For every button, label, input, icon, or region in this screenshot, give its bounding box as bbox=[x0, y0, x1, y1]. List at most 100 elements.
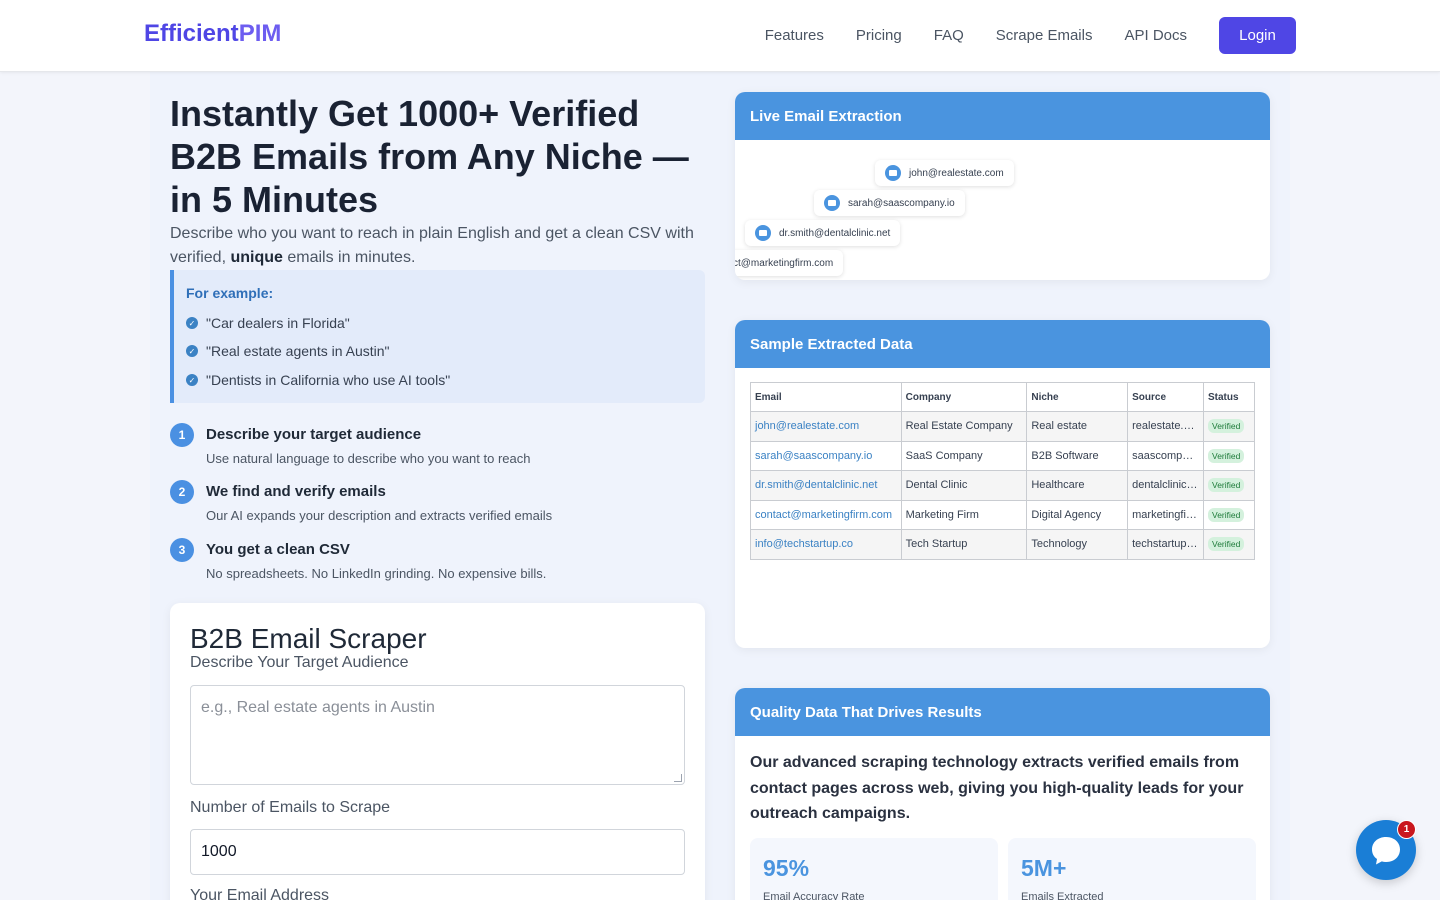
check-icon: ✓ bbox=[186, 345, 198, 357]
email-chip: dr.smith@dentalclinic.net bbox=[745, 220, 901, 246]
email-cell[interactable]: info@techstartup.co bbox=[750, 529, 902, 560]
nav-link-pricing[interactable]: Pricing bbox=[856, 17, 902, 54]
resize-handle[interactable] bbox=[674, 774, 682, 782]
verified-badge: Verified bbox=[1208, 419, 1245, 434]
column-header: Source bbox=[1127, 382, 1204, 412]
niche-cell: Healthcare bbox=[1026, 470, 1129, 501]
verified-badge: Verified bbox=[1208, 478, 1245, 493]
status-cell: Verified bbox=[1203, 529, 1255, 560]
step-title: We find and verify emails bbox=[206, 483, 386, 500]
card-header: Sample Extracted Data bbox=[735, 320, 1270, 368]
notification-badge: 1 bbox=[1397, 820, 1416, 839]
example-item: ✓ "Real estate agents in Austin" bbox=[186, 343, 390, 359]
table-row: contact@marketingfirm.com Marketing Firm… bbox=[750, 499, 1255, 530]
source-cell: dentalclinic.net bbox=[1127, 470, 1204, 501]
email-cell[interactable]: contact@marketingfirm.com bbox=[750, 499, 902, 530]
audience-textarea[interactable]: e.g., Real estate agents in Austin bbox=[190, 685, 685, 785]
status-cell: Verified bbox=[1203, 440, 1255, 471]
quality-card: Quality Data That Drives Results Our adv… bbox=[735, 688, 1270, 900]
source-cell: realestate.com bbox=[1127, 411, 1204, 442]
column-header: Email bbox=[750, 382, 902, 412]
examples-title: For example: bbox=[186, 285, 274, 301]
chip-text: dr.smith@dentalclinic.net bbox=[779, 227, 891, 239]
email-count-value: 1000 bbox=[201, 843, 237, 860]
hero-title: Instantly Get 1000+ Verified B2B Emails … bbox=[170, 93, 689, 220]
step-description: Use natural language to describe who you… bbox=[206, 451, 531, 466]
step-number-badge: 2 bbox=[170, 480, 194, 504]
stat-box: 5M+ Emails Extracted bbox=[1008, 838, 1256, 900]
nav-link-faq[interactable]: FAQ bbox=[934, 17, 964, 54]
hero-subtitle: Describe who you want to reach in plain … bbox=[170, 222, 705, 270]
sample-data-table: Email Company Niche Source Status john@r… bbox=[750, 382, 1255, 560]
step-description: No spreadsheets. No LinkedIn grinding. N… bbox=[206, 566, 547, 581]
company-cell: SaaS Company bbox=[900, 440, 1028, 471]
verified-badge: Verified bbox=[1208, 537, 1245, 552]
niche-cell: B2B Software bbox=[1026, 440, 1129, 471]
hero-subtitle-end: emails in minutes. bbox=[282, 249, 416, 266]
source-cell: marketingfirm.com bbox=[1127, 499, 1204, 530]
source-cell: techstartup.co bbox=[1127, 529, 1204, 560]
sample-data-card: Sample Extracted Data Email Company Nich… bbox=[735, 320, 1270, 648]
scraper-form-card: B2B Email Scraper Describe Your Target A… bbox=[170, 603, 705, 900]
company-cell: Tech Startup bbox=[900, 529, 1028, 560]
table-row: john@realestate.com Real Estate Company … bbox=[750, 411, 1255, 442]
step-number-badge: 1 bbox=[170, 423, 194, 447]
mail-icon bbox=[885, 165, 901, 181]
company-cell: Real Estate Company bbox=[900, 411, 1028, 442]
hero-subtitle-emphasis: unique bbox=[230, 249, 283, 266]
source-cell: saascompany.io bbox=[1127, 440, 1204, 471]
column-header: Status bbox=[1203, 382, 1255, 412]
brand-logo[interactable]: EfficientPIM bbox=[144, 20, 281, 48]
count-label: Number of Emails to Scrape bbox=[190, 799, 391, 816]
email-cell[interactable]: sarah@saascompany.io bbox=[750, 440, 902, 471]
table-header-row: Email Company Niche Source Status bbox=[750, 382, 1255, 412]
mail-icon bbox=[755, 225, 771, 241]
table-row: dr.smith@dentalclinic.net Dental Clinic … bbox=[750, 470, 1255, 501]
stat-box: 95% Email Accuracy Rate bbox=[750, 838, 998, 900]
step-title: Describe your target audience bbox=[206, 426, 422, 443]
status-cell: Verified bbox=[1203, 499, 1255, 530]
niche-cell: Digital Agency bbox=[1026, 499, 1129, 530]
niche-cell: Real estate bbox=[1026, 411, 1129, 442]
email-chip: john@realestate.com bbox=[875, 160, 1014, 186]
email-count-input[interactable]: 1000 bbox=[190, 829, 685, 875]
column-header: Company bbox=[900, 382, 1028, 412]
login-button[interactable]: Login bbox=[1219, 17, 1296, 54]
stat-label: Email Accuracy Rate bbox=[763, 891, 865, 900]
audience-placeholder: e.g., Real estate agents in Austin bbox=[201, 699, 435, 716]
brand-name-primary: Efficient bbox=[144, 20, 239, 47]
verified-badge: Verified bbox=[1208, 507, 1245, 522]
step-title: You get a clean CSV bbox=[206, 541, 350, 558]
table-row: info@techstartup.co Tech Startup Technol… bbox=[750, 529, 1255, 560]
email-address-label: Your Email Address bbox=[190, 887, 330, 900]
quality-description: Our advanced scraping technology extract… bbox=[750, 754, 1244, 822]
nav-link-scrape-emails[interactable]: Scrape Emails bbox=[996, 17, 1093, 54]
stat-label: Emails Extracted bbox=[1021, 891, 1104, 900]
examples-box: For example: ✓ "Car dealers in Florida" ✓… bbox=[170, 270, 705, 403]
nav-menu: Features Pricing FAQ Scrape Emails API D… bbox=[765, 17, 1296, 54]
company-cell: Dental Clinic bbox=[900, 470, 1028, 501]
example-text: "Car dealers in Florida" bbox=[206, 315, 350, 331]
niche-cell: Technology bbox=[1026, 529, 1129, 560]
mail-icon bbox=[824, 195, 840, 211]
email-chip: sarah@saascompany.io bbox=[814, 190, 965, 216]
step-number-badge: 3 bbox=[170, 538, 194, 562]
chip-text: ct@marketingfirm.com bbox=[735, 257, 834, 269]
audience-label: Describe Your Target Audience bbox=[190, 654, 409, 671]
nav-link-api-docs[interactable]: API Docs bbox=[1124, 17, 1187, 54]
form-title: B2B Email Scraper bbox=[190, 623, 427, 654]
status-cell: Verified bbox=[1203, 411, 1255, 442]
example-item: ✓ "Dentists in California who use AI tool… bbox=[186, 372, 450, 388]
status-cell: Verified bbox=[1203, 470, 1255, 501]
stat-value: 95% bbox=[763, 855, 810, 881]
top-nav-bar: EfficientPIM Features Pricing FAQ Scrape… bbox=[0, 0, 1440, 72]
email-cell[interactable]: john@realestate.com bbox=[750, 411, 902, 442]
card-header: Live Email Extraction bbox=[735, 92, 1270, 140]
nav-link-features[interactable]: Features bbox=[765, 17, 824, 54]
example-text: "Real estate agents in Austin" bbox=[206, 343, 390, 359]
email-cell[interactable]: dr.smith@dentalclinic.net bbox=[750, 470, 902, 501]
example-item: ✓ "Car dealers in Florida" bbox=[186, 315, 350, 331]
brand-name-secondary: PIM bbox=[238, 20, 282, 47]
check-icon: ✓ bbox=[186, 374, 198, 386]
verified-badge: Verified bbox=[1208, 448, 1245, 463]
